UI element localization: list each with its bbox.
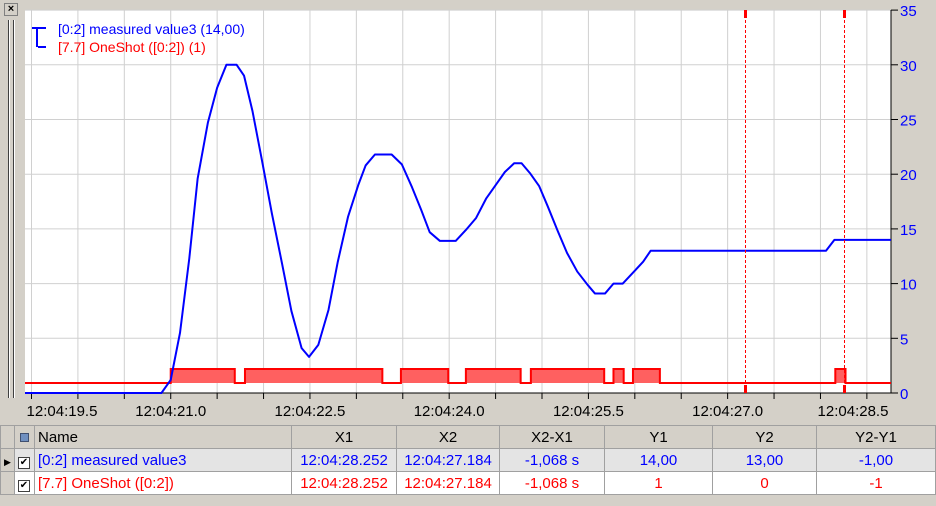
y-tick-label: 5 xyxy=(900,331,908,348)
y-tick-label: 10 xyxy=(900,277,917,294)
oneshot-pulse xyxy=(170,369,235,383)
y-tick-label: 35 xyxy=(900,3,917,20)
cell-name: [7.7] OneShot ([0:2]) xyxy=(34,471,292,495)
cursor-handle-bottom[interactable] xyxy=(744,385,747,393)
cell-y2: 0 xyxy=(712,471,817,495)
x-tick-label: 12:04:19.5 xyxy=(27,403,98,420)
oneshot-pulse xyxy=(400,369,449,383)
cell-y2: 13,00 xyxy=(712,448,817,472)
x-tick-label: 12:04:27.0 xyxy=(692,403,763,420)
table-header: Name X1 X2 X2-X1 Y1 Y2 Y2-Y1 xyxy=(0,425,936,449)
oneshot-pulse xyxy=(465,369,521,383)
y-tick-label: 25 xyxy=(900,113,917,130)
cell-x2: 12:04:27.184 xyxy=(396,448,500,472)
legend-series2[interactable]: [7.7] OneShot ([0:2]) (1) xyxy=(58,38,206,56)
oneshot-pulse xyxy=(244,369,383,383)
row-checkbox[interactable]: ✔ xyxy=(14,471,35,495)
row-checkbox[interactable]: ✔ xyxy=(14,448,35,472)
y-tick-label: 20 xyxy=(900,167,917,184)
cursor-handle-top[interactable] xyxy=(843,10,846,18)
header-name[interactable]: Name xyxy=(34,425,292,449)
cursor-handle-top[interactable] xyxy=(744,10,747,18)
row-indicator-icon: ▶ xyxy=(0,448,15,472)
header-y2[interactable]: Y2 xyxy=(712,425,817,449)
cell-y1: 14,00 xyxy=(604,448,713,472)
cell-x1: 12:04:28.252 xyxy=(291,448,397,472)
legend-bracket-icon xyxy=(32,27,46,48)
table-row[interactable]: ▶ ✔ [0:2] measured value3 12:04:28.252 1… xyxy=(0,448,936,472)
x-tick-label: 12:04:25.5 xyxy=(553,403,624,420)
cursor-table: Name X1 X2 X2-X1 Y1 Y2 Y2-Y1 ▶ ✔ [0:2] m… xyxy=(0,425,936,495)
cell-dy: -1 xyxy=(816,471,936,495)
y-tick-label: 15 xyxy=(900,222,917,239)
cell-x2: 12:04:27.184 xyxy=(396,471,500,495)
cell-dx: -1,068 s xyxy=(499,471,605,495)
x-tick-label: 12:04:28.5 xyxy=(818,403,889,420)
x-tick-label: 12:04:22.5 xyxy=(275,403,346,420)
chart[interactable]: 35 30 25 20 15 10 5 0 12:04:19.5 12:04:21.0 12:04:… xyxy=(0,0,936,425)
x-tick-label: 12:04:24.0 xyxy=(414,403,485,420)
oneshot-pulse xyxy=(835,369,846,383)
oneshot-pulse xyxy=(632,369,660,383)
cell-dx: -1,068 s xyxy=(499,448,605,472)
header-y1[interactable]: Y1 xyxy=(604,425,713,449)
header-x2[interactable]: X2 xyxy=(396,425,500,449)
header-x1[interactable]: X1 xyxy=(291,425,397,449)
plot-area xyxy=(25,10,891,393)
cursor-handle-bottom[interactable] xyxy=(843,385,846,393)
header-dy[interactable]: Y2-Y1 xyxy=(816,425,936,449)
cell-y1: 1 xyxy=(604,471,713,495)
oneshot-pulse xyxy=(613,369,624,383)
table-row[interactable]: ✔ [7.7] OneShot ([0:2]) 12:04:28.252 12:… xyxy=(0,471,936,495)
oneshot-pulse xyxy=(530,369,605,383)
row-indicator xyxy=(0,471,15,495)
cell-dy: -1,00 xyxy=(816,448,936,472)
visibility-header-icon[interactable] xyxy=(14,425,35,449)
y-tick-label: 30 xyxy=(900,58,917,75)
cell-x1: 12:04:28.252 xyxy=(291,471,397,495)
header-dx[interactable]: X2-X1 xyxy=(499,425,605,449)
x-tick-label: 12:04:21.0 xyxy=(135,403,206,420)
cell-name: [0:2] measured value3 xyxy=(34,448,292,472)
y-tick-label: 0 xyxy=(900,386,908,403)
row-indicator-header xyxy=(0,425,15,449)
legend-series1[interactable]: [0:2] measured value3 (14,00) xyxy=(58,20,245,38)
